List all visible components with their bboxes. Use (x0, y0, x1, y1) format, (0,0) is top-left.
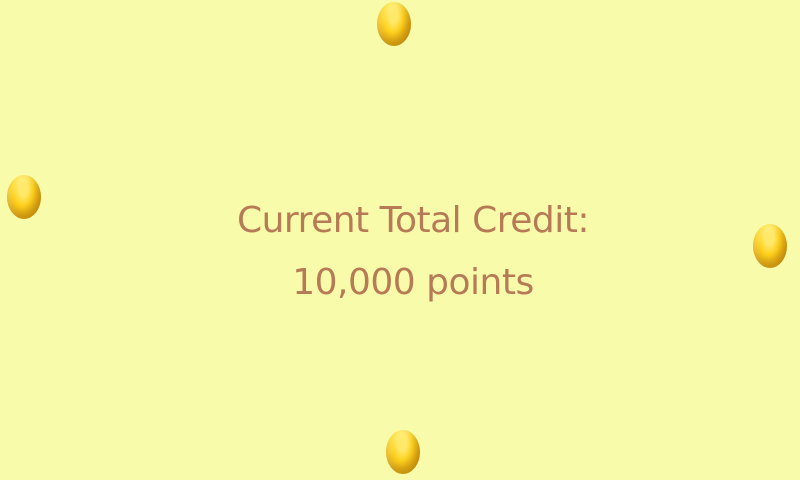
gold-coin-icon (377, 2, 411, 46)
gold-coin-icon (386, 430, 420, 474)
credit-summary: Current Total Credit: 10,000 points (0, 190, 800, 314)
credit-screen: Current Total Credit: 10,000 points (0, 0, 800, 480)
credit-points: 10,000 points (292, 262, 534, 303)
credit-title: Current Total Credit: (236, 200, 590, 241)
